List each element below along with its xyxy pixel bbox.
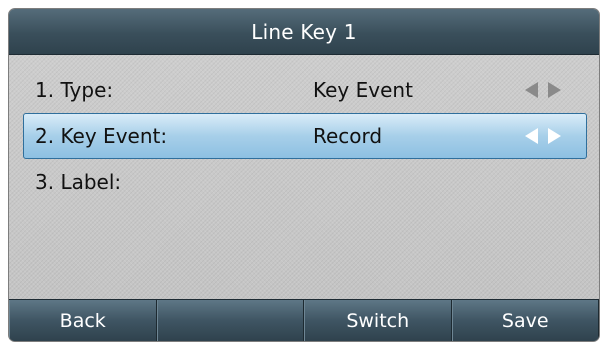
key-event-value: Record: [313, 124, 383, 148]
left-arrow-icon[interactable]: [525, 128, 538, 144]
switch-softkey[interactable]: Switch: [304, 300, 452, 341]
save-softkey[interactable]: Save: [451, 300, 599, 341]
key-event-label: 2. Key Event:: [35, 124, 168, 148]
page-title: Line Key 1: [251, 19, 357, 44]
phone-screen: Line Key 1 1. Type: Key Event 2. Key Eve…: [8, 8, 600, 342]
key-event-row[interactable]: 2. Key Event: Record: [9, 113, 599, 159]
label-label: 3. Label:: [35, 170, 122, 194]
type-label: 1. Type:: [35, 78, 114, 102]
type-value: Key Event: [313, 78, 413, 102]
right-arrow-icon[interactable]: [548, 82, 561, 98]
empty-softkey[interactable]: [156, 300, 304, 341]
left-arrow-icon[interactable]: [525, 82, 538, 98]
type-arrows: [525, 67, 561, 113]
key-event-arrows: [525, 113, 561, 159]
back-softkey[interactable]: Back: [9, 300, 157, 341]
softkey-bar: Back Switch Save: [9, 299, 599, 341]
label-row[interactable]: 3. Label:: [9, 159, 599, 205]
right-arrow-icon[interactable]: [548, 128, 561, 144]
title-bar: Line Key 1: [9, 9, 599, 55]
type-row[interactable]: 1. Type: Key Event: [9, 67, 599, 113]
